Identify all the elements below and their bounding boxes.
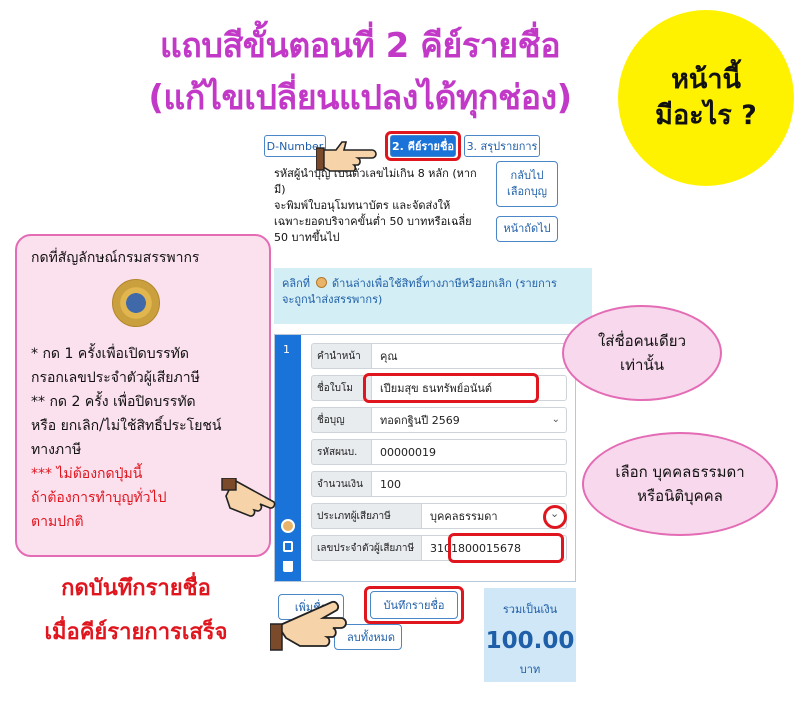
bubble-line: เลือก บุคคลธรรมดา [615,463,745,481]
field-leader-code: รหัสผนบ. 00000019 [311,439,567,465]
save-caption-line-2: เมื่อคีย์รายการเสร็จ [44,620,228,645]
field-title: คำนำหน้า คุณ [311,343,567,369]
bubble-line: ใส่ชื่อคนเดียว [597,332,687,350]
notice-before: คลิกที่ [282,277,311,290]
chevron-down-icon: ⌄ [550,507,560,520]
chevron-down-icon: ⌄ [551,414,560,425]
total-panel: รวมเป็นเงิน 100.00 บาท [484,588,576,682]
note-line: * กด 1 ครั้งเพื่อเปิดบรรทัด [31,346,189,362]
title-input[interactable]: คุณ [371,343,567,369]
intro-text: รหัสผู้นำบุญ เป็นตัวเลขไม่เกิน 8 หลัก (ห… [274,166,492,246]
taxpayer-type-value: บุคคลธรรมดา [430,510,498,523]
tax-notice: คลิกที่ ด้านล่างเพื่อใช้สิทธิ์ทางภาษีหรื… [274,268,592,324]
field-merit-name: ชื่อบุญ ทอดกฐินปี 2569 ⌄ [311,407,567,433]
save-highlight [364,586,464,624]
donor-form: 1 คำนำหน้า คุณ ชื่อใบโม เปียมสุข ธนทรัพย… [274,334,576,582]
notice-after: ด้านล่างเพื่อใช้สิทธิ์ทางภาษีหรือยกเลิก … [332,277,557,290]
note-line: ทางภาษี [31,442,82,458]
note-line: ** กด 2 ครั้ง เพื่อปิดบรรทัด [31,394,196,410]
badge-line-1: หน้านี้ [671,63,741,95]
merit-name-value: ทอดกฐินปี 2569 [380,414,460,427]
revenue-seal-icon [315,277,327,288]
bubble-line: เท่านั้น [620,356,664,374]
revenue-seal-icon [112,279,160,327]
step-tabs: D-Number 2. คีย์รายชื่อ 3. สรุปรายการ [260,131,590,161]
tab-highlight [385,131,461,161]
headline-line-2: (แก้ไขเปลี่ยนแปลงได้ทุกช่อง) [148,78,572,118]
intro-line: มี) [274,183,286,196]
row-index-bar: 1 [275,335,301,581]
merit-name-select[interactable]: ทอดกฐินปี 2569 ⌄ [371,407,567,433]
total-label: รวมเป็นเงิน [502,603,558,616]
field-label: ชื่อบุญ [311,407,371,433]
bubble-line: หรือนิติบุคคล [637,487,723,505]
field-label: คำนำหน้า [311,343,371,369]
field-label: ชื่อใบโม [311,375,371,401]
intro-line: 50 บาทขึ้นไป [274,231,340,244]
tab-summary[interactable]: 3. สรุปรายการ [464,135,540,157]
back-label-2: เลือกบุญ [506,185,548,198]
revenue-seal-icon[interactable] [281,519,295,533]
field-label: ประเภทผู้เสียภาษี [311,503,421,529]
amount-input[interactable]: 100 [371,471,567,497]
headline-line-1: แถบสีขั้นตอนที่ 2 คีย์รายชื่อ [159,26,561,66]
note-title: กดที่สัญลักษณ์กรมสรรพากร [31,250,200,266]
back-to-select-button[interactable]: กลับไป เลือกบุญ [496,161,558,207]
trash-icon[interactable] [283,561,293,572]
name-highlight [363,373,539,403]
intro-line: จะพิมพ์ใบอนุโมทนาบัตร และจัดส่งให้ [274,199,451,212]
note-line: หรือ ยกเลิก/ไม่ใช้สิทธิ์ประโยชน์ [31,418,222,434]
back-label-1: กลับไป [510,169,544,182]
pointing-hand-icon [316,141,377,172]
intro-line: เฉพาะยอดบริจาคขั้นต่ำ 50 บาทหรือเฉลี่ย [274,215,472,228]
field-label: จำนวนเงิน [311,471,371,497]
save-caption-line-1: กดบันทึกรายชื่อ [61,576,211,601]
pointing-hand-icon [221,478,276,517]
field-label: เลขประจำตัวผู้เสียภาษี [311,535,421,561]
row-number: 1 [283,343,290,356]
field-amount: จำนวนเงิน 100 [311,471,567,497]
what-is-this-page-badge: หน้านี้ มีอะไร ? [618,10,794,186]
copy-icon[interactable] [283,541,293,552]
tax-id-highlight [448,533,564,563]
intro-line: รหัสผู้นำบุญ เป็นตัวเลขไม่เกิน 8 หลัก (ห… [274,167,477,180]
leader-code-input[interactable]: 00000019 [371,439,567,465]
pointing-hand-icon [270,601,347,651]
taxpayer-type-bubble: เลือก บุคคลธรรมดา หรือนิติบุคคล [582,432,778,536]
note-line: กรอกเลขประจำตัวผู้เสียภาษี [31,370,200,386]
notice-line-2: จะถูกนำส่งสรรพากร) [282,293,383,306]
field-label: รหัสผนบ. [311,439,371,465]
next-page-button[interactable]: หน้าถัดไป [496,216,558,242]
total-value: 100.00 [485,628,575,654]
total-unit: บาท [519,663,541,676]
single-name-bubble: ใส่ชื่อคนเดียว เท่านั้น [562,305,722,401]
field-taxpayer-type: ประเภทผู้เสียภาษี บุคคลธรรมดา [311,503,567,529]
badge-line-2: มีอะไร ? [655,100,757,131]
